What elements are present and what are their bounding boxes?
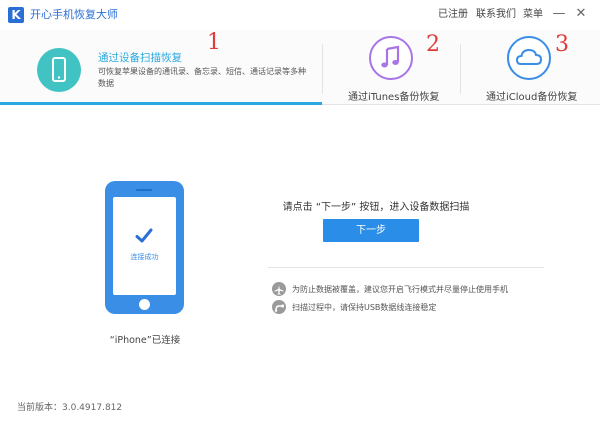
title-bar: K 开心手机恢复大师 已注册 联系我们 菜单 — ✕: [0, 0, 600, 30]
app-title: 开心手机恢复大师: [30, 8, 118, 21]
cloud-icon: [507, 36, 551, 80]
tab-divider: [460, 44, 461, 94]
tip-text: 为防止数据被覆盖，建议您开启飞行模式并尽量停止使用手机: [292, 285, 508, 294]
close-icon[interactable]: ✕: [573, 6, 589, 22]
tab-label: 通过设备扫描恢复: [98, 52, 182, 64]
annotation-number: 2: [426, 32, 440, 57]
phone-home-button: [139, 299, 150, 310]
minimize-icon[interactable]: —: [551, 6, 567, 22]
contact-us-link[interactable]: 联系我们: [476, 8, 516, 22]
scan-prompt: 请点击 “下一步” 按钮，进入设备数据扫描: [282, 202, 470, 213]
annotation-number: 3: [555, 32, 569, 57]
version-label: 当前版本：3.0.4917.812: [17, 403, 123, 413]
phone-screen: [113, 197, 176, 295]
tab-description: 可恢复苹果设备的通讯录、备忘录、短信、通话记录等多种数据: [98, 67, 306, 88]
connection-status: 连接成功: [130, 253, 159, 261]
tab-label: 通过iTunes备份恢复: [348, 92, 440, 103]
registered-link[interactable]: 已注册: [438, 8, 468, 22]
usb-icon: [272, 300, 286, 314]
next-button[interactable]: 下一步: [323, 219, 419, 242]
menu-link[interactable]: 菜单: [523, 8, 543, 22]
phone-speaker: [136, 189, 152, 191]
device-connected-label: “iPhone”已连接: [109, 335, 181, 346]
annotation-number: 1: [207, 30, 221, 55]
airplane-icon: [272, 282, 286, 296]
phone-icon: [37, 48, 81, 92]
app-logo-icon: K: [8, 7, 24, 23]
tip-text: 扫描过程中，请保持USB数据线连接稳定: [292, 303, 437, 312]
divider: [268, 267, 544, 268]
music-note-icon: [369, 36, 413, 80]
tab-label: 通过iCloud备份恢复: [486, 92, 578, 103]
checkmark-icon: [135, 228, 153, 243]
tab-divider: [322, 44, 323, 94]
active-tab-indicator: [0, 102, 322, 105]
